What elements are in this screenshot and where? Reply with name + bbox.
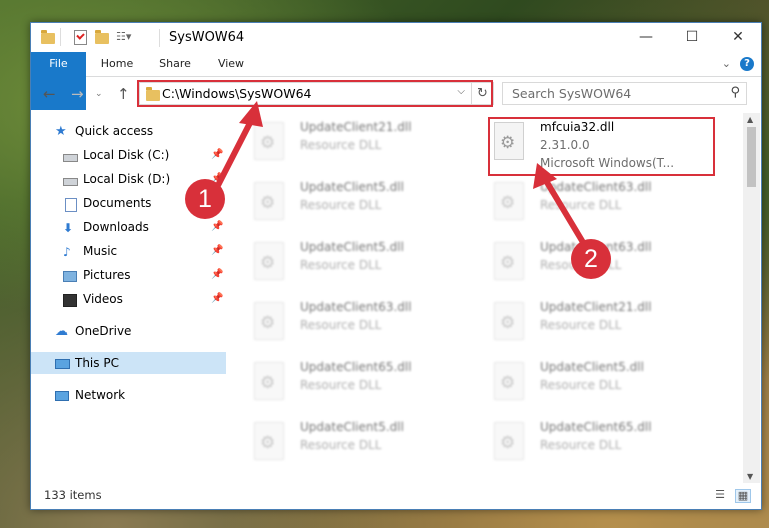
file-explorer-window: ☷▾ SysWOW64 — ☐ ✕ File Home Share View ⌄…: [30, 22, 762, 510]
callout-2: 2: [571, 239, 611, 279]
arrow-1-head: [239, 101, 263, 127]
callout-1: 1: [185, 179, 225, 219]
annotation-arrows: [208, 101, 590, 252]
arrow-2-line: [542, 176, 590, 252]
arrow-2-head: [533, 163, 557, 189]
